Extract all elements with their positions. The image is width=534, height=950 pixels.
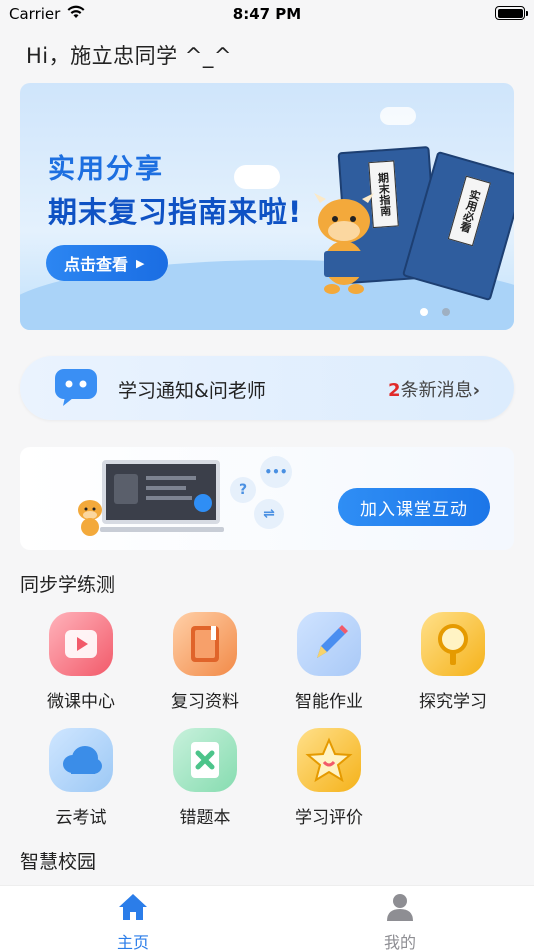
section-title-smart-campus: 智慧校园 — [20, 851, 97, 873]
tab-home[interactable]: 主页 — [88, 892, 178, 950]
message-count-number: 2 — [388, 380, 401, 401]
message-count-suffix: 条新消息 — [400, 380, 473, 401]
cloud-decoration — [234, 165, 280, 189]
board-stand — [100, 527, 224, 532]
tab-profile[interactable]: 我的 — [355, 892, 445, 950]
book-icon — [173, 612, 237, 676]
magnifier-icon — [421, 612, 485, 676]
banner-page-dot-active — [420, 308, 428, 316]
tile-label: 云考试 — [55, 808, 107, 828]
tile-label: 智能作业 — [295, 692, 363, 712]
tab-label: 主页 — [116, 933, 149, 950]
pencil-icon — [297, 612, 361, 676]
tile-cloud-exam[interactable]: 云考试 — [26, 728, 136, 828]
tile-label: 错题本 — [179, 808, 231, 828]
swap-bubble-icon: ⇌ — [254, 499, 284, 529]
promo-banner[interactable]: 实用分享 期末复习指南来啦! 点击查看 ▶ 期末指南 实用必看 — [20, 83, 514, 330]
tile-smart-homework[interactable]: 智能作业 — [274, 612, 384, 712]
join-classroom-button[interactable]: 加入课堂互动 — [338, 488, 490, 526]
banner-subtitle: 期末复习指南来啦! — [48, 195, 303, 229]
tile-label: 探究学习 — [419, 692, 487, 712]
status-bar: Carrier 8:47 PM — [0, 0, 534, 30]
profile-icon — [387, 894, 413, 921]
tile-label: 学习评价 — [295, 808, 363, 828]
video-play-icon — [49, 612, 113, 676]
clock: 8:47 PM — [232, 5, 302, 23]
calf-mascot-illustration — [314, 193, 374, 294]
calf-mascot-small-illustration — [78, 500, 102, 536]
tile-label: 复习资料 — [171, 692, 239, 712]
message-bubble-icon: ••• — [260, 456, 292, 488]
battery-icon — [495, 6, 528, 20]
tile-learning-evaluation[interactable]: 学习评价 — [274, 728, 384, 828]
notice-card[interactable]: 学习通知&问老师 2条新消息› — [20, 356, 514, 420]
tile-wrong-answers[interactable]: 错题本 — [150, 728, 260, 828]
question-bubble-icon: ? — [230, 477, 256, 503]
banner-title: 实用分享 — [48, 154, 164, 185]
play-arrow-icon: ▶ — [136, 256, 145, 270]
chevron-right-icon: › — [472, 380, 480, 401]
bottom-tab-bar: 主页 我的 — [0, 885, 534, 950]
home-icon — [119, 894, 147, 920]
new-message-count: 2条新消息› — [388, 376, 480, 402]
chat-bubble-icon — [55, 369, 97, 406]
tile-review-materials[interactable]: 复习资料 — [150, 612, 260, 712]
book-label: 实用必看 — [447, 175, 491, 247]
cloud-icon — [49, 728, 113, 792]
tile-micro-course[interactable]: 微课中心 — [26, 612, 136, 712]
classroom-interaction-card[interactable]: ••• ? ⇌ 加入课堂互动 — [20, 447, 514, 550]
banner-page-dot — [442, 308, 450, 316]
star-icon — [297, 728, 361, 792]
tab-label: 我的 — [383, 933, 416, 950]
view-now-label: 点击查看 — [64, 255, 129, 274]
greeting-text: Hi，施立忠同学 ^_^ — [26, 44, 232, 68]
tile-label: 微课中心 — [47, 692, 115, 712]
smartboard-illustration — [102, 460, 220, 524]
wrong-notebook-icon — [173, 728, 237, 792]
view-now-button[interactable]: 点击查看 ▶ — [46, 245, 168, 281]
cloud-decoration — [380, 107, 416, 125]
notice-label: 学习通知&问老师 — [118, 380, 266, 402]
section-title-sync-learning: 同步学练测 — [20, 574, 116, 596]
tile-inquiry-learning[interactable]: 探究学习 — [398, 612, 508, 712]
